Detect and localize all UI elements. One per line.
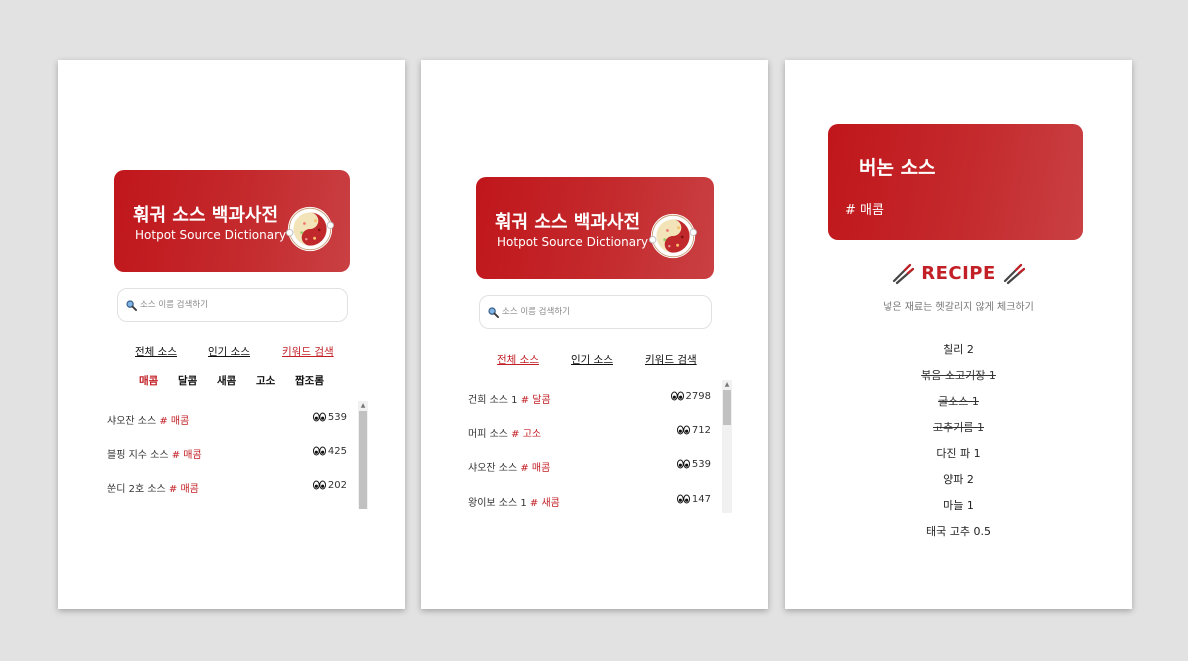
app-subtitle: Hotpot Source Dictionary bbox=[497, 235, 649, 249]
tab-all-sauces[interactable]: 전체 소스 bbox=[135, 344, 177, 359]
eyes-icon bbox=[313, 480, 326, 490]
sauce-name: 샤오잔 소스 bbox=[107, 416, 157, 427]
ingredient-item-checked[interactable]: 볶음 소고기장 1 bbox=[785, 367, 1132, 383]
tab-keyword-search[interactable]: 키워드 검색 bbox=[282, 344, 334, 359]
chopsticks-icon bbox=[892, 263, 914, 285]
search-bar[interactable] bbox=[479, 295, 712, 329]
eyes-icon bbox=[313, 446, 326, 456]
view-count: 539 bbox=[313, 412, 347, 423]
eyes-icon bbox=[313, 412, 326, 422]
view-count: 2798 bbox=[671, 391, 711, 402]
sauce-name: 버논 소스 bbox=[859, 157, 936, 179]
sauce-tag: # 새콤 bbox=[529, 498, 560, 509]
search-bar[interactable] bbox=[117, 288, 348, 322]
search-input[interactable] bbox=[502, 303, 692, 321]
scroll-thumb[interactable] bbox=[359, 411, 367, 509]
eyes-icon bbox=[671, 391, 684, 401]
view-count: 712 bbox=[677, 425, 711, 436]
list-item[interactable]: 블핑 지수 소스 # 매콤 425 bbox=[107, 446, 347, 462]
ingredient-item[interactable]: 양파 2 bbox=[785, 471, 1132, 487]
sauce-tag: # 매콤 bbox=[168, 484, 199, 495]
view-count: 425 bbox=[313, 446, 347, 457]
sauce-name: 건희 소스 1 bbox=[468, 395, 518, 406]
eyes-icon bbox=[677, 494, 690, 504]
view-count: 202 bbox=[313, 480, 347, 491]
screen-keyword-search: 훠궈 소스 백과사전 Hotpot Source Dictionary 전체 소… bbox=[58, 60, 405, 609]
scroll-thumb[interactable] bbox=[723, 390, 731, 425]
magnifier-icon bbox=[126, 300, 137, 311]
recipe-title: RECIPE bbox=[921, 263, 996, 284]
keyword-sour[interactable]: 새콤 bbox=[217, 373, 236, 388]
sauce-banner: 버논 소스 # 매콤 bbox=[828, 124, 1083, 240]
tab-popular-sauces[interactable]: 인기 소스 bbox=[208, 344, 250, 359]
scroll-up-arrow-icon[interactable]: ▲ bbox=[358, 401, 368, 410]
list-item[interactable]: 샤오잔 소스 # 매콤 539 bbox=[468, 459, 711, 475]
sauce-tag: # 매콤 bbox=[520, 463, 551, 474]
scrollbar[interactable]: ▲ bbox=[722, 380, 732, 513]
hotpot-icon bbox=[286, 205, 334, 253]
list-item[interactable]: 샤오잔 소스 # 매콤 539 bbox=[107, 412, 347, 428]
hero-banner: 훠궈 소스 백과사전 Hotpot Source Dictionary bbox=[114, 170, 350, 272]
ingredient-item[interactable]: 마늘 1 bbox=[785, 497, 1132, 513]
sauce-name: 샤오잔 소스 bbox=[468, 463, 518, 474]
tab-popular-sauces[interactable]: 인기 소스 bbox=[571, 352, 613, 367]
sauce-tag: # 매콤 bbox=[159, 416, 190, 427]
ingredient-item[interactable]: 다진 파 1 bbox=[785, 445, 1132, 461]
recipe-heading: RECIPE bbox=[785, 263, 1132, 285]
list-item[interactable]: 쑨디 2호 소스 # 매콤 202 bbox=[107, 480, 347, 496]
hero-banner: 훠궈 소스 백과사전 Hotpot Source Dictionary bbox=[476, 177, 714, 279]
sauce-tag: # 고소 bbox=[511, 429, 542, 440]
sauce-tag: # 달콤 bbox=[520, 395, 551, 406]
scrollbar[interactable]: ▲ bbox=[358, 401, 368, 509]
sauce-tag: # 매콤 bbox=[845, 203, 884, 218]
ingredient-item-checked[interactable]: 굴소스 1 bbox=[785, 393, 1132, 409]
list-item[interactable]: 머피 소스 # 고소 712 bbox=[468, 425, 711, 441]
keyword-salty[interactable]: 짭조롬 bbox=[295, 373, 324, 388]
sauce-name: 쑨디 2호 소스 bbox=[107, 484, 166, 495]
eyes-icon bbox=[677, 459, 690, 469]
ingredient-item-checked[interactable]: 고추기름 1 bbox=[785, 419, 1132, 435]
app-title: 훠궈 소스 백과사전 bbox=[495, 212, 641, 233]
sauce-name: 머피 소스 bbox=[468, 429, 508, 440]
screen-all-sauces: 훠궈 소스 백과사전 Hotpot Source Dictionary 전체 소… bbox=[421, 60, 768, 609]
view-count: 147 bbox=[677, 494, 711, 505]
keyword-nutty[interactable]: 고소 bbox=[256, 373, 275, 388]
app-title: 훠궈 소스 백과사전 bbox=[133, 205, 279, 226]
app-subtitle: Hotpot Source Dictionary bbox=[135, 228, 287, 242]
ingredient-item[interactable]: 태국 고추 0.5 bbox=[785, 523, 1132, 539]
tab-all-sauces[interactable]: 전체 소스 bbox=[497, 352, 539, 367]
sauce-name: 왕이보 소스 1 bbox=[468, 498, 527, 509]
ingredient-item[interactable]: 칠리 2 bbox=[785, 341, 1132, 357]
magnifier-icon bbox=[488, 307, 499, 318]
chopsticks-icon bbox=[1003, 263, 1025, 285]
sauce-name: 블핑 지수 소스 bbox=[107, 450, 169, 461]
sauce-tag: # 매콤 bbox=[171, 450, 202, 461]
list-item[interactable]: 건희 소스 1 # 달콤 2798 bbox=[468, 391, 711, 407]
scroll-up-arrow-icon[interactable]: ▲ bbox=[722, 380, 732, 389]
list-item[interactable]: 왕이보 소스 1 # 새콤 147 bbox=[468, 494, 711, 510]
tab-keyword-search[interactable]: 키워드 검색 bbox=[645, 352, 697, 367]
keyword-spicy[interactable]: 매콤 bbox=[139, 373, 158, 388]
search-input[interactable] bbox=[140, 296, 330, 314]
recipe-description: 넣은 재료는 헷갈리지 않게 체크하기 bbox=[883, 302, 1034, 313]
hotpot-icon bbox=[649, 212, 697, 260]
eyes-icon bbox=[677, 425, 690, 435]
keyword-sweet[interactable]: 달콤 bbox=[178, 373, 197, 388]
view-count: 539 bbox=[677, 459, 711, 470]
screen-recipe-detail: 버논 소스 # 매콤 RECIPE 넣은 재료는 헷갈리지 않게 체크하기 칠리… bbox=[785, 60, 1132, 609]
